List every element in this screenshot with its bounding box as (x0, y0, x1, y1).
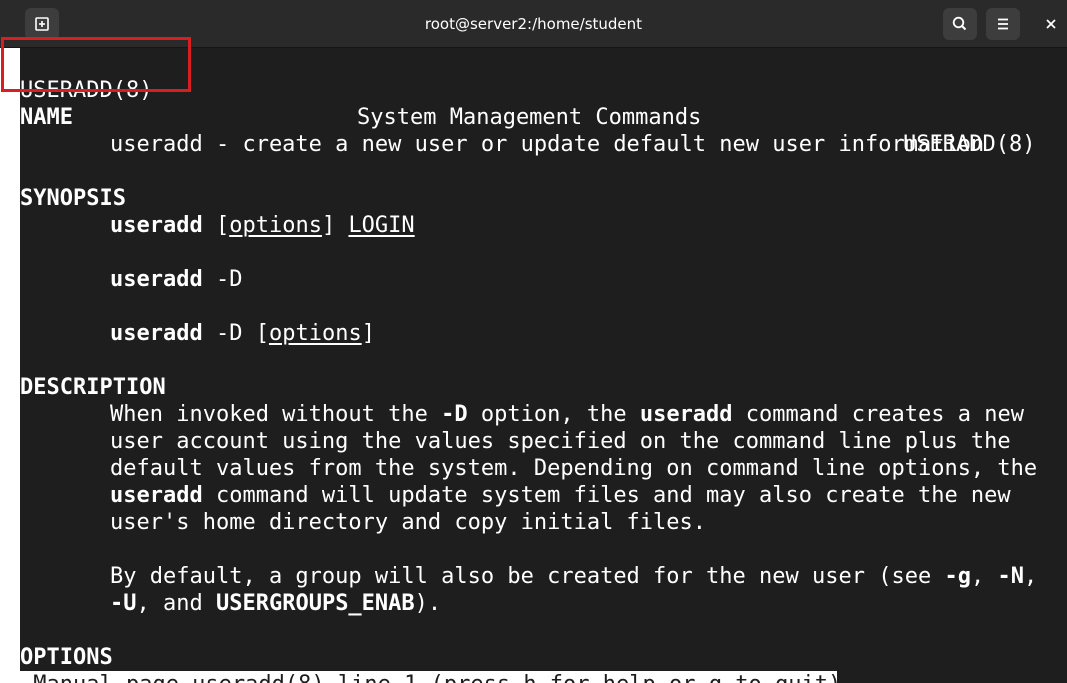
bold-flag: -D (441, 402, 468, 427)
name-description: useradd - create a new user or update de… (110, 132, 985, 157)
section-heading-description: DESCRIPTION (20, 375, 166, 400)
bold-constant: USERGROUPS_ENAB (215, 591, 415, 616)
login-placeholder: LOGIN (348, 213, 415, 238)
section-heading-options: OPTIONS (20, 645, 113, 670)
synopsis-command: useradd (110, 213, 203, 238)
synopsis-flag: -D (215, 267, 243, 292)
synopsis-flag: -D (215, 321, 243, 346)
bold-command: useradd (639, 402, 733, 427)
text-run: ). (414, 591, 442, 616)
bold-command: useradd (110, 483, 203, 508)
text-run: , (1023, 564, 1038, 589)
bracket-open: [ (255, 321, 269, 346)
window-title: root@server2:/home/student (424, 15, 643, 33)
description-line: By default, a group will also be created… (110, 563, 1037, 590)
synopsis-command: useradd (110, 267, 203, 292)
close-icon (1046, 19, 1056, 29)
menu-button[interactable] (986, 8, 1020, 40)
description-line: -U, and USERGROUPS_ENAB). (110, 590, 441, 617)
man-header: USERADD(8) System Management Commands US… (20, 50, 1060, 157)
synopsis-line-3: useradd -D [options] (110, 320, 375, 347)
terminal-window: root@server2:/home/student USERADD(8) Sy (0, 0, 1067, 683)
synopsis-line-1: useradd [options] LOGIN (110, 212, 415, 239)
text-run: , and (136, 591, 216, 616)
text-run: option, the (467, 402, 640, 427)
options-placeholder: options (229, 213, 322, 238)
description-line: default values from the system. Dependin… (110, 456, 1038, 481)
bold-flag: -U (110, 591, 137, 616)
options-placeholder: options (268, 321, 362, 346)
search-icon (952, 16, 967, 31)
hamburger-menu-icon (998, 18, 1008, 30)
title-bar: root@server2:/home/student (0, 0, 1067, 48)
description-line: useradd command will update system files… (110, 482, 1011, 509)
bold-flag: -N (997, 564, 1024, 589)
section-heading-synopsis: SYNOPSIS (20, 186, 126, 211)
bold-flag: -g (944, 564, 971, 589)
description-line: When invoked without the -D option, the … (110, 401, 1024, 428)
synopsis-command: useradd (110, 321, 203, 346)
terminal-content[interactable]: USERADD(8) System Management Commands US… (20, 48, 1064, 683)
search-button[interactable] (943, 8, 977, 40)
text-run: When invoked without the (110, 402, 442, 427)
bracket-close: ] (361, 321, 375, 346)
description-line: user's home directory and copy initial f… (110, 510, 707, 535)
text-run: , (970, 564, 998, 589)
bracket-close: ] (321, 213, 336, 238)
man-header-center: System Management Commands (357, 105, 702, 130)
description-line: user account using the values specified … (110, 429, 1011, 454)
bracket-open: [ (215, 213, 230, 238)
text-run: command creates a new (732, 402, 1024, 427)
man-header-left: USERADD(8) (20, 78, 153, 103)
text-run: command will update system files and may… (202, 483, 1011, 508)
synopsis-line-2: useradd -D (110, 266, 242, 293)
pager-status-bar: Manual page useradd(8) line 1 (press h f… (20, 671, 837, 683)
close-button[interactable] (1037, 8, 1065, 40)
text-run: By default, a group will also be created… (110, 564, 945, 589)
section-heading-name: NAME (20, 105, 73, 130)
